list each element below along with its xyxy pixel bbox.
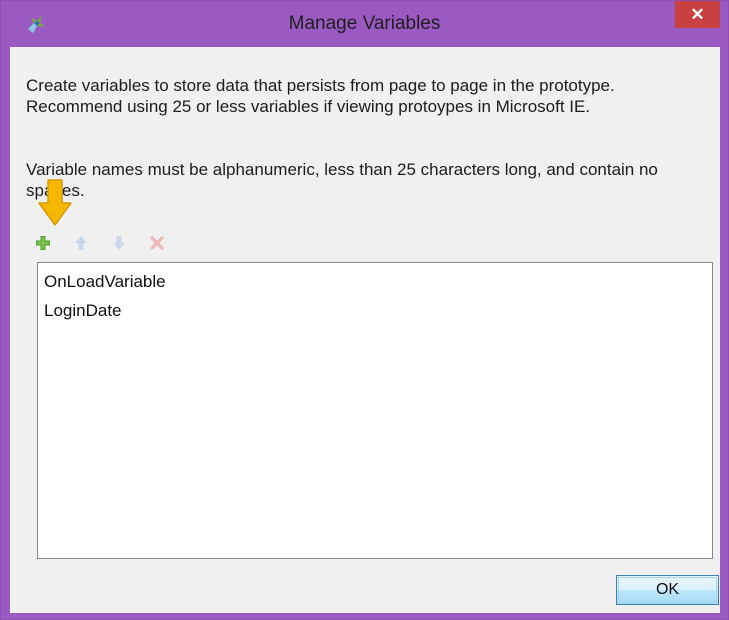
- dialog-body: Create variables to store data that pers…: [10, 47, 720, 613]
- variable-item-logindate[interactable]: LoginDate: [44, 296, 706, 325]
- dialog-title: Manage Variables: [288, 13, 441, 34]
- move-up-button[interactable]: [71, 233, 91, 253]
- variable-item-onloadvariable[interactable]: OnLoadVariable: [44, 267, 706, 296]
- ok-button[interactable]: OK: [616, 575, 719, 605]
- plus-icon: [36, 236, 50, 250]
- close-icon: ✕: [690, 4, 705, 24]
- ok-button-label: OK: [655, 581, 680, 598]
- move-down-button[interactable]: [109, 233, 129, 253]
- arrow-down-icon: [113, 236, 125, 250]
- arrow-up-icon: [75, 236, 87, 250]
- delete-variable-button[interactable]: [147, 233, 167, 253]
- close-button[interactable]: ✕: [675, 1, 720, 28]
- title-bar[interactable]: Manage Variables ✕: [1, 1, 728, 45]
- delete-x-icon: [150, 236, 164, 250]
- variables-list[interactable]: OnLoadVariable LoginDate: [37, 262, 713, 559]
- description-text: Create variables to store data that pers…: [26, 76, 615, 116]
- down-arrow-callout-icon: [38, 179, 72, 226]
- naming-rules-text: Variable names must be alphanumeric, les…: [26, 160, 658, 200]
- add-variable-button[interactable]: [33, 233, 53, 253]
- manage-variables-dialog: Manage Variables ✕ Create variables to s…: [0, 0, 729, 620]
